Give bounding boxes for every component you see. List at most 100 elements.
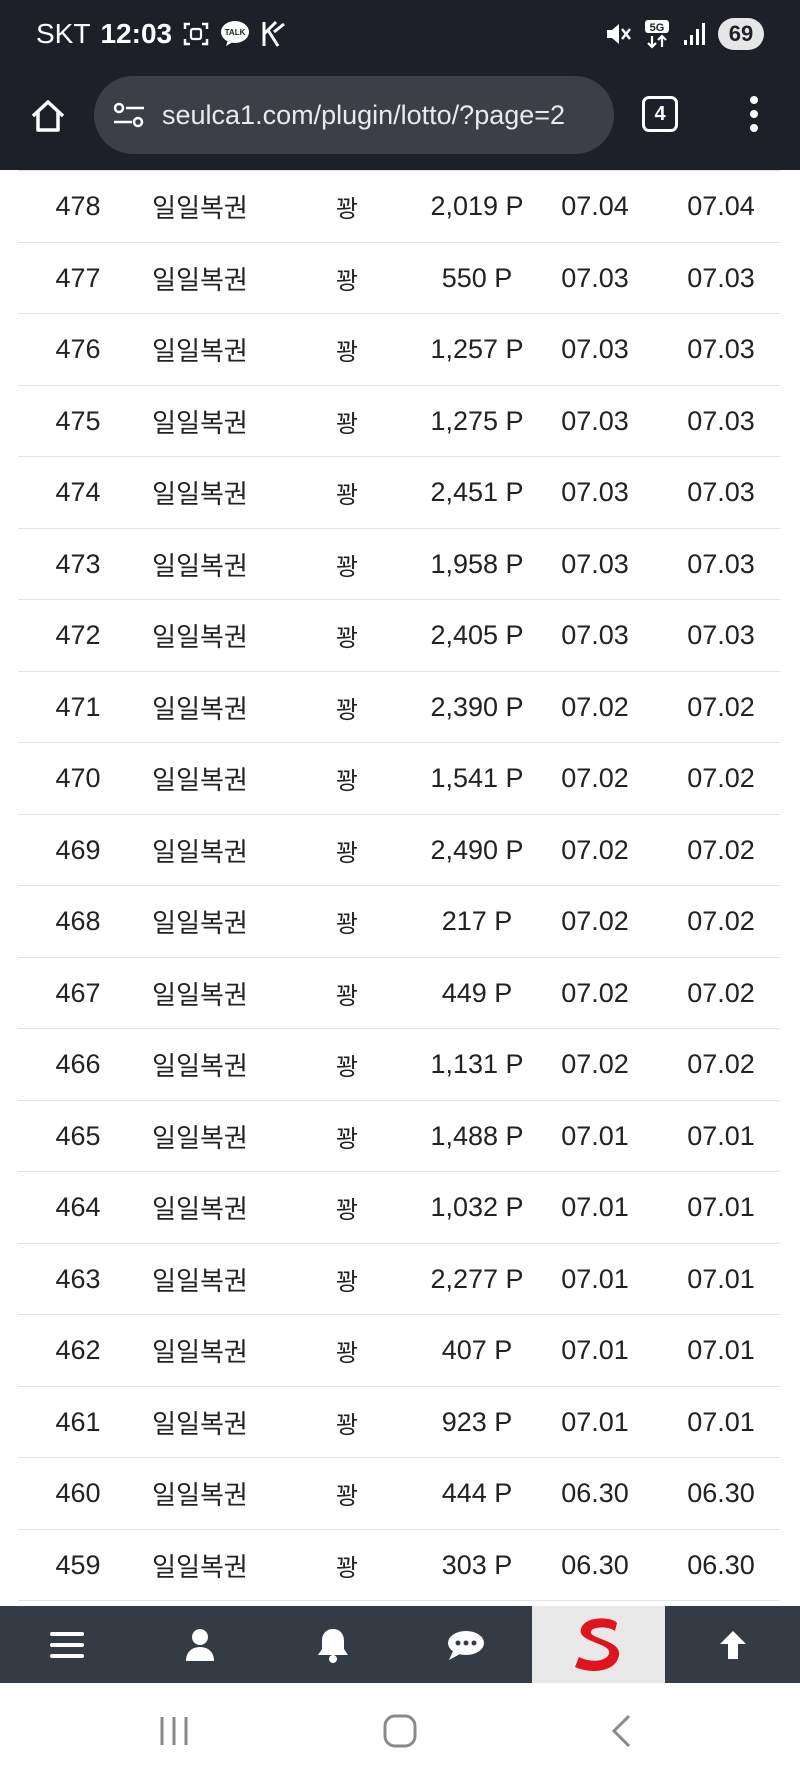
result-date: 07.01 xyxy=(687,1192,755,1222)
lottery-type: 일일복권 xyxy=(152,694,248,725)
row-number: 463 xyxy=(55,1263,101,1294)
table-row: 475 일일복권 꽝 1,275 P 07.03 07.03 xyxy=(18,386,780,457)
home-icon xyxy=(31,100,65,132)
back-button[interactable] xyxy=(598,1709,646,1753)
result-label: 꽝 xyxy=(335,767,359,795)
result-date: 07.02 xyxy=(687,691,755,722)
site-logo-s-icon xyxy=(574,1617,619,1671)
draw-date: 07.01 xyxy=(561,1263,629,1294)
table-row: 464 일일복권 꽝 1,032 P 07.01 07.01 xyxy=(18,1172,780,1244)
lottery-type: 일일복권 xyxy=(152,1195,248,1225)
row-number: 469 xyxy=(55,834,101,865)
menu-dot xyxy=(750,96,758,104)
lottery-type: 일일복권 xyxy=(152,551,248,582)
table-row: 472 일일복권 꽝 2,405 P 07.03 07.03 xyxy=(18,600,780,672)
result-date: 07.02 xyxy=(687,834,755,865)
result-label: 꽝 xyxy=(335,409,359,438)
mute-icon xyxy=(604,20,632,48)
site-logo-button[interactable] xyxy=(532,1606,665,1683)
hamburger-menu-icon xyxy=(49,1631,84,1658)
row-number: 462 xyxy=(55,1335,101,1365)
arrow-up-icon xyxy=(719,1630,746,1659)
result-date: 07.02 xyxy=(687,977,755,1008)
result-label: 꽝 xyxy=(335,195,359,223)
row-number: 477 xyxy=(55,262,101,293)
result-date: 07.01 xyxy=(687,1263,755,1294)
lottery-type: 일일복권 xyxy=(152,1409,248,1440)
screenshot-icon xyxy=(182,20,210,48)
table-row: 459 일일복권 꽝 303 P 06.30 06.30 xyxy=(18,1530,780,1601)
result-date: 06.30 xyxy=(687,1549,755,1580)
browser-toolbar: seulca1.com/plugin/lotto/?page=2 4 xyxy=(0,72,800,170)
address-bar[interactable]: seulca1.com/plugin/lotto/?page=2 xyxy=(94,76,614,154)
network-5g-icon: 5G xyxy=(642,19,672,49)
result-date: 07.03 xyxy=(687,620,755,650)
draw-date: 07.04 xyxy=(561,191,629,221)
menu-button[interactable] xyxy=(0,1606,133,1683)
row-number: 466 xyxy=(55,1049,101,1079)
messages-button[interactable] xyxy=(399,1606,532,1683)
lottery-type: 일일복권 xyxy=(152,766,248,796)
lottery-type: 일일복권 xyxy=(152,980,248,1011)
draw-date: 07.01 xyxy=(561,1335,629,1365)
row-number: 470 xyxy=(55,763,101,793)
draw-date: 07.01 xyxy=(561,1120,629,1151)
lottery-type: 일일복권 xyxy=(152,408,248,439)
lottery-type: 일일복권 xyxy=(152,909,248,939)
lottery-type: 일일복권 xyxy=(152,623,248,653)
home-button[interactable] xyxy=(24,92,72,140)
draw-date: 07.03 xyxy=(561,262,629,293)
lottery-type: 일일복권 xyxy=(152,480,248,510)
result-label: 꽝 xyxy=(335,1410,359,1439)
result-label: 꽝 xyxy=(335,338,359,366)
table-row: 461 일일복권 꽝 923 P 07.01 07.01 xyxy=(18,1387,780,1458)
kakaotalk-icon: TALK xyxy=(220,20,250,48)
notifications-button[interactable] xyxy=(266,1606,399,1683)
result-date: 07.02 xyxy=(687,1049,755,1079)
status-bar: SKT 12:03 TALK 5G 69 xyxy=(0,0,800,72)
k-app-icon xyxy=(260,20,288,48)
row-number: 467 xyxy=(55,977,101,1008)
table-row: 466 일일복권 꽝 1,131 P 07.02 07.02 xyxy=(18,1029,780,1101)
more-options-icon[interactable] xyxy=(740,92,768,136)
signal-icon xyxy=(682,21,708,47)
lotto-history-table: 478 일일복권 꽝 2,019 P 07.04 07.04 477 일일복권 꽝 550 P 07… xyxy=(0,170,800,1606)
row-number: 478 xyxy=(55,191,101,221)
home-circle-icon xyxy=(383,1714,417,1748)
table-row: 467 일일복권 꽝 449 P 07.02 07.02 xyxy=(18,958,780,1029)
result-date: 07.02 xyxy=(687,906,755,936)
row-number: 468 xyxy=(55,906,101,936)
result-label: 꽝 xyxy=(335,981,359,1010)
table-row: 473 일일복권 꽝 1,958 P 07.03 07.03 xyxy=(18,529,780,600)
network-label: 5G xyxy=(650,22,665,34)
site-settings-icon[interactable] xyxy=(110,96,148,134)
recent-apps-button[interactable] xyxy=(150,1709,198,1753)
result-label: 꽝 xyxy=(335,910,359,938)
draw-date: 07.03 xyxy=(561,405,629,436)
recent-apps-icon xyxy=(160,1717,188,1745)
draw-date: 07.03 xyxy=(561,477,629,507)
result-date: 07.03 xyxy=(687,262,755,293)
chat-bubble-icon xyxy=(447,1630,484,1660)
result-label: 꽝 xyxy=(335,838,359,867)
draw-date: 07.02 xyxy=(561,1049,629,1079)
lottery-type: 일일복권 xyxy=(152,1481,248,1511)
lottery-type: 일일복권 xyxy=(152,1338,248,1368)
home-nav-button[interactable] xyxy=(376,1709,424,1753)
menu-dot xyxy=(750,110,758,118)
tab-switcher-button[interactable]: 4 xyxy=(642,96,678,132)
profile-button[interactable] xyxy=(133,1606,266,1683)
back-chevron-icon xyxy=(611,1714,631,1748)
table-row: 469 일일복권 꽝 2,490 P 07.02 07.02 xyxy=(18,815,780,886)
row-number: 460 xyxy=(55,1478,101,1508)
menu-dot xyxy=(750,124,758,132)
row-number: 461 xyxy=(55,1406,101,1437)
url-text[interactable]: seulca1.com/plugin/lotto/?page=2 xyxy=(162,100,565,131)
draw-date: 06.30 xyxy=(561,1478,629,1508)
scroll-top-button[interactable] xyxy=(665,1606,800,1683)
draw-date: 07.02 xyxy=(561,834,629,865)
lottery-type: 일일복권 xyxy=(152,837,248,868)
row-number: 474 xyxy=(55,477,101,507)
draw-date: 07.02 xyxy=(561,691,629,722)
status-left: SKT 12:03 TALK xyxy=(36,18,288,50)
